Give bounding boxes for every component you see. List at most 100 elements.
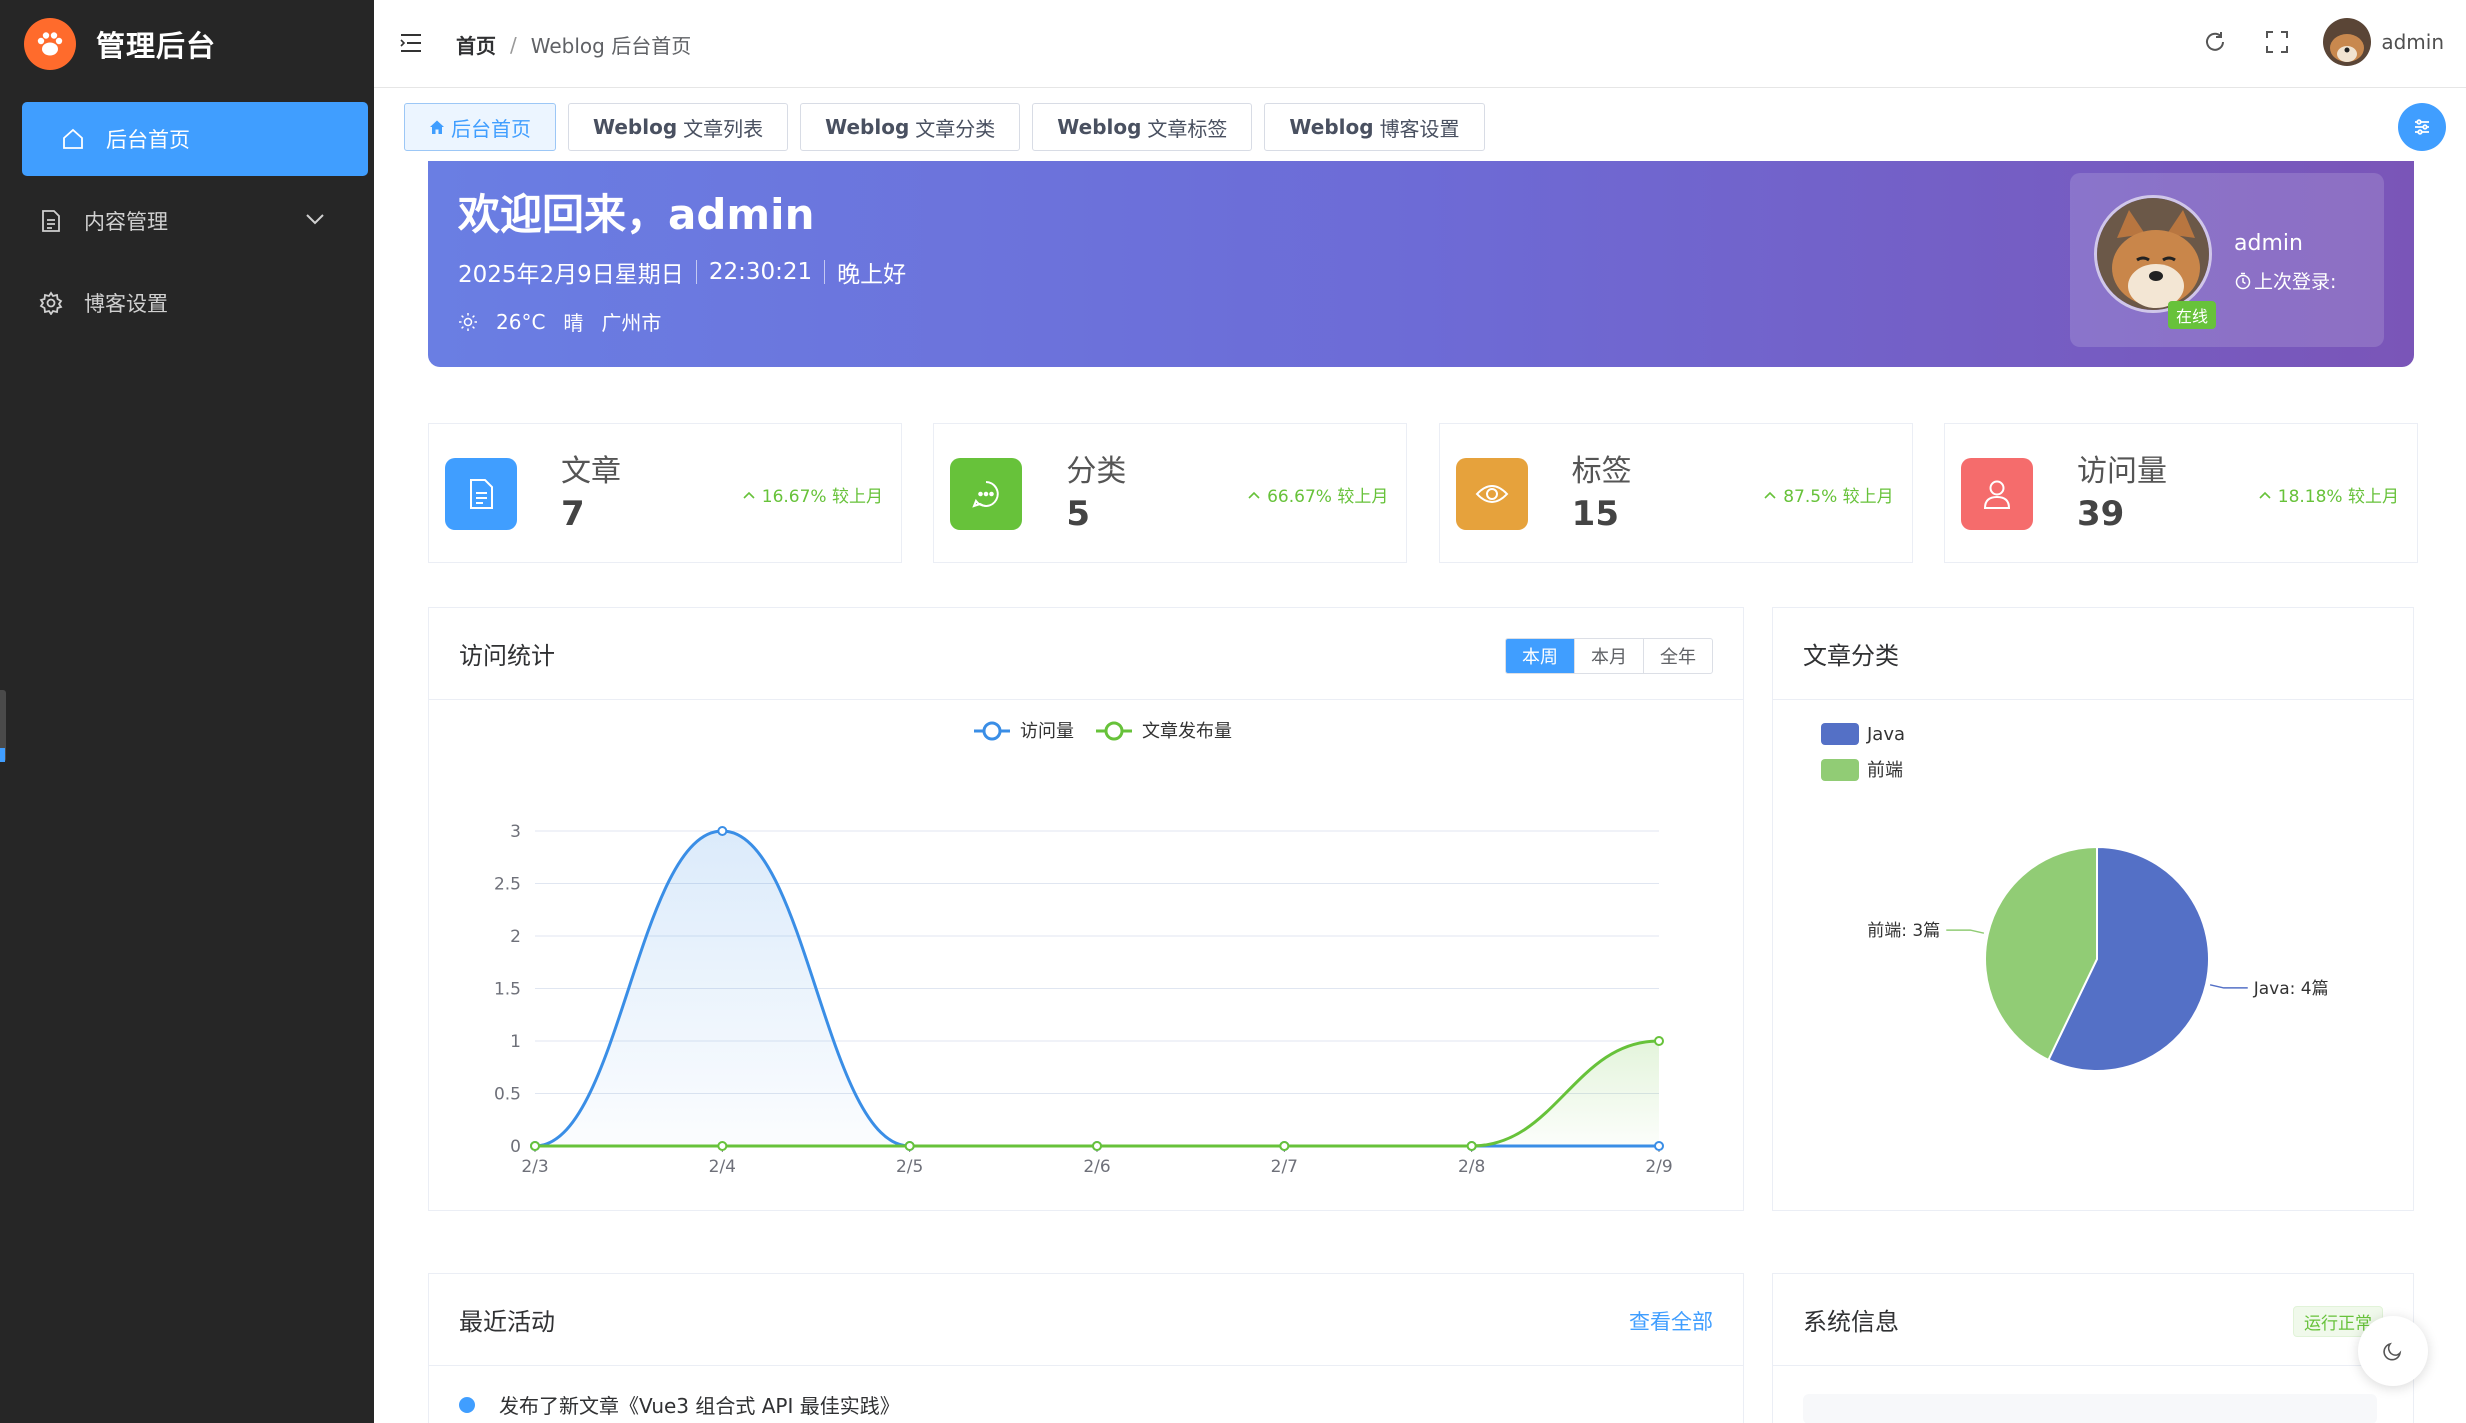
top-header: 首页 / Weblog 后台首页 admin [374, 0, 2466, 88]
breadcrumb-separator: / [510, 32, 517, 57]
panel-title: 最近活动 [459, 1308, 555, 1336]
system-panel-header: 系统信息 运行正常 [1773, 1274, 2413, 1366]
refresh-icon[interactable] [2199, 26, 2231, 58]
tab-dashboard[interactable]: 后台首页 [404, 103, 556, 151]
arrow-up-icon [2258, 490, 2272, 500]
stat-label: 分类 [1066, 454, 1127, 489]
page-tabs: 后台首页 Weblog 文章列表 Weblog 文章分类 Weblog 文章标签… [404, 103, 1497, 151]
welcome-banner: 欢迎回来，admin 2025年2月9日星期日 22:30:21 晚上好 26°… [428, 161, 2414, 367]
brand[interactable]: 管理后台 [0, 0, 374, 88]
welcome-datetime: 2025年2月9日星期日 22:30:21 晚上好 [458, 255, 906, 289]
stat-label: 标签 [1571, 454, 1632, 489]
activity-item[interactable]: 发布了新文章《Vue3 组合式 API 最佳实践》 [459, 1390, 900, 1419]
tab-prefix: Weblog [593, 115, 678, 139]
tabs-settings-button[interactable] [2398, 103, 2446, 151]
stat-trend: 66.67% 较上月 [1247, 482, 1388, 507]
fullscreen-icon[interactable] [2261, 26, 2293, 58]
user-card: 在线 admin 上次登录: [2070, 173, 2384, 347]
legend-swatch [1821, 723, 1859, 745]
main-content: 欢迎回来，admin 2025年2月9日星期日 22:30:21 晚上好 26°… [374, 161, 2466, 1423]
sidebar-item-dashboard[interactable]: 后台首页 [22, 102, 368, 176]
data-point [904, 1141, 915, 1151]
arrow-up-icon [742, 490, 756, 500]
stat-card-articles[interactable]: 文章 7 16.67% 较上月 [428, 423, 902, 563]
data-point [717, 826, 728, 836]
stat-card-visits[interactable]: 访问量 39 18.18% 较上月 [1943, 423, 2418, 563]
sidebar-item-label: 内容管理 [84, 210, 168, 234]
stat-value: 15 [1571, 494, 1619, 534]
tab-article-category[interactable]: Weblog 文章分类 [800, 103, 1021, 151]
avatar [2094, 195, 2212, 313]
view-all-link[interactable]: 查看全部 [1629, 1306, 1713, 1336]
brand-title: 管理后台 [96, 29, 217, 63]
avatar[interactable] [2323, 18, 2372, 66]
range-selector: 本周 本月 全年 [1505, 638, 1713, 674]
greeting: 晚上好 [837, 262, 907, 288]
category-pie-chart: Java 前端 Java: 4篇 前端: 3篇 [1821, 723, 2329, 1072]
stat-trend-text: 87.5% 较上月 [1783, 487, 1894, 507]
pie-label: 前端: 3篇 [1867, 921, 1940, 941]
breadcrumb: 首页 / Weblog 后台首页 [456, 30, 691, 59]
breadcrumb-home[interactable]: 首页 [456, 30, 496, 59]
data-point [1466, 1141, 1477, 1151]
range-week-button[interactable]: 本周 [1506, 639, 1575, 673]
legend-label: Java [1866, 724, 1905, 745]
range-year-button[interactable]: 全年 [1644, 639, 1712, 673]
moon-icon [2382, 1340, 2404, 1362]
document-icon [36, 206, 66, 236]
visits-panel-header: 访问统计 本周 本月 全年 [429, 608, 1743, 700]
collapse-menu-icon[interactable] [398, 30, 424, 60]
y-tick-label: 0 [510, 1137, 521, 1157]
temperature: 26°C [496, 309, 546, 334]
last-login-label: 上次登录: [2254, 271, 2337, 293]
panel-title: 系统信息 [1803, 1308, 1899, 1336]
range-month-button[interactable]: 本月 [1575, 639, 1644, 673]
weather: 晴 [563, 311, 584, 335]
category-panel-header: 文章分类 [1773, 608, 2413, 700]
stat-trend-text: 66.67% 较上月 [1267, 487, 1389, 507]
panel-title: 访问统计 [459, 642, 555, 670]
sidebar-item-blog-settings[interactable]: 博客设置 [22, 266, 366, 340]
tab-blog-settings[interactable]: Weblog 博客设置 [1264, 103, 1485, 151]
y-tick-label: 1.5 [494, 980, 521, 1000]
welcome-title: 欢迎回来，admin [458, 190, 815, 239]
data-point [1654, 1141, 1664, 1151]
tab-label: 文章分类 [915, 116, 996, 141]
legend-label: 前端 [1867, 760, 1903, 781]
activity-panel: 最近活动 查看全部 发布了新文章《Vue3 组合式 API 最佳实践》 [428, 1273, 1744, 1423]
pie-label-line [1946, 929, 1985, 934]
x-tick-label: 2/3 [521, 1157, 548, 1177]
legend-marker [1104, 721, 1124, 741]
last-login: 上次登录: [2234, 267, 2336, 294]
stat-trend-text: 18.18% 较上月 [2277, 487, 2399, 507]
data-point [1092, 1141, 1102, 1151]
online-status-badge: 在线 [2168, 301, 2217, 329]
sidebar-item-label: 博客设置 [84, 292, 168, 316]
header-username[interactable]: admin [2381, 30, 2444, 54]
activity-text: 发布了新文章《Vue3 组合式 API 最佳实践》 [499, 1394, 900, 1418]
category-panel: 文章分类 Java 前端 Java: 4篇 前端: 3篇 [1772, 607, 2414, 1211]
user-card-name: admin [2234, 231, 2303, 256]
current-time: 22:30:21 [708, 259, 813, 285]
chevron-down-icon[interactable] [304, 208, 326, 235]
x-tick-label: 2/8 [1458, 1157, 1485, 1177]
tab-article-tags[interactable]: Weblog 文章标签 [1032, 103, 1253, 151]
stat-cards: 文章 7 16.67% 较上月 分类 5 66.67% 较上月 标签 15 87… [428, 423, 2418, 563]
x-tick-label: 2/9 [1645, 1157, 1672, 1177]
scroll-handle[interactable] [0, 690, 6, 762]
visits-line-chart: 0 0.5 1 1.5 2 2.5 3 2/3 2/4 2/5 2/6 2/7 2/8 2/9 访问量 文章发… [494, 721, 1673, 1177]
home-icon [58, 124, 88, 154]
pie-label-line [2209, 984, 2248, 989]
pie-label: Java: 4篇 [2253, 979, 2329, 999]
gear-icon [36, 288, 66, 318]
activity-panel-header: 最近活动 查看全部 [429, 1274, 1743, 1366]
stat-card-tags[interactable]: 标签 15 87.5% 较上月 [1438, 423, 1913, 563]
clock-icon [2234, 272, 2252, 290]
sidebar-item-content[interactable]: 内容管理 [22, 184, 366, 258]
stat-card-categories[interactable]: 分类 5 66.67% 较上月 [933, 423, 1408, 563]
tab-article-list[interactable]: Weblog 文章列表 [568, 103, 789, 151]
theme-toggle-button[interactable] [2358, 1316, 2428, 1386]
data-point [717, 1141, 728, 1151]
panel-title: 文章分类 [1803, 642, 1899, 670]
tab-label: 文章列表 [683, 116, 764, 141]
